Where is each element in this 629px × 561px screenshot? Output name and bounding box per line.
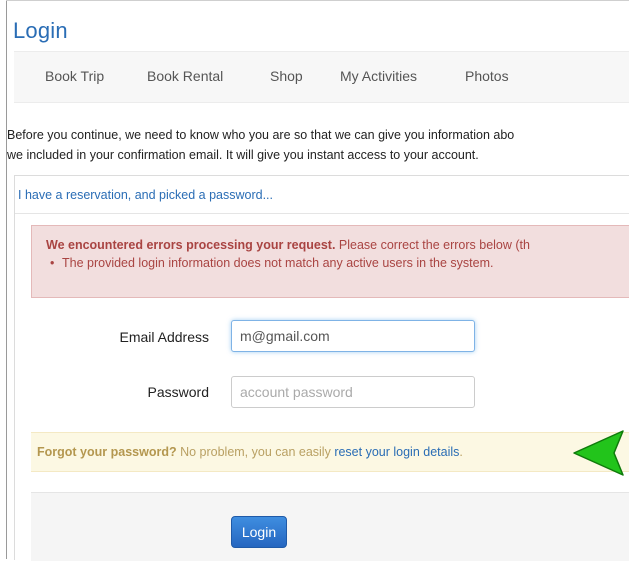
password-label: Password bbox=[147, 384, 209, 400]
nav-item-book-trip[interactable]: Book Trip bbox=[45, 68, 104, 84]
intro-line-2: we included in your confirmation email. … bbox=[7, 148, 479, 162]
error-list-item-text: The provided login information does not … bbox=[62, 256, 494, 270]
login-panel: I have a reservation, and picked a passw… bbox=[14, 175, 629, 561]
nav-item-book-rental[interactable]: Book Rental bbox=[147, 68, 223, 84]
email-field[interactable] bbox=[231, 320, 475, 352]
error-alert-title: We encountered errors processing your re… bbox=[46, 238, 336, 252]
intro-text: Before you continue, we need to know who… bbox=[7, 125, 629, 165]
nav-item-photos[interactable]: Photos bbox=[465, 68, 509, 84]
password-field[interactable] bbox=[231, 376, 475, 408]
intro-line-1: Before you continue, we need to know who… bbox=[7, 128, 515, 142]
reservation-panel-link[interactable]: I have a reservation, and picked a passw… bbox=[18, 188, 273, 202]
forgot-password-message: Forgot your password? No problem, you ca… bbox=[37, 445, 463, 459]
error-alert-detail: Please correct the errors below (th bbox=[335, 238, 530, 252]
nav-item-shop[interactable]: Shop bbox=[270, 68, 303, 84]
panel-heading: I have a reservation, and picked a passw… bbox=[15, 176, 629, 214]
error-alert: We encountered errors processing your re… bbox=[31, 225, 629, 298]
email-label: Email Address bbox=[119, 329, 209, 345]
page-title: Login bbox=[13, 18, 68, 43]
forgot-password-alert: Forgot your password? No problem, you ca… bbox=[31, 432, 629, 472]
main-nav: Book Trip Book Rental Shop My Activities… bbox=[14, 51, 629, 103]
reset-login-link[interactable]: reset your login details bbox=[334, 445, 459, 459]
error-alert-message: We encountered errors processing your re… bbox=[46, 238, 530, 252]
form-actions-bar bbox=[31, 492, 629, 561]
window-left-border bbox=[6, 0, 7, 559]
window-top-border bbox=[6, 0, 629, 1]
nav-item-my-activities[interactable]: My Activities bbox=[340, 68, 417, 84]
error-list-item: • The provided login information does no… bbox=[50, 256, 494, 270]
green-arrow-icon bbox=[573, 430, 624, 476]
forgot-password-text: No problem, you can easily bbox=[176, 445, 335, 459]
forgot-password-period: . bbox=[459, 445, 463, 459]
bullet-icon: • bbox=[50, 256, 55, 270]
forgot-password-title: Forgot your password? bbox=[37, 445, 177, 459]
login-button[interactable]: Login bbox=[231, 516, 287, 548]
